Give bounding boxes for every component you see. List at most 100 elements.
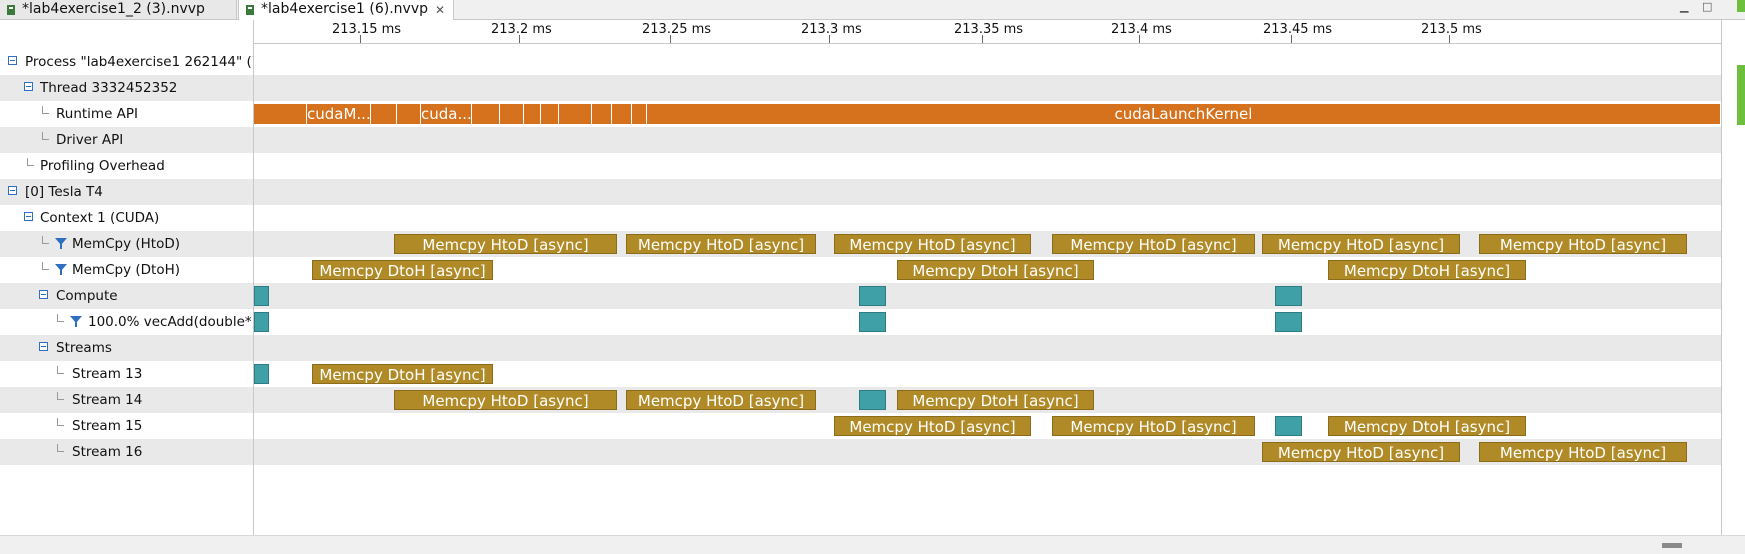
memcpy-htod-bar[interactable]: Memcpy HtoD [async] [1262,234,1460,254]
tree-row[interactable]: 100.0% vecAdd(double*,... [0,309,253,335]
tab-lab4exercise1-2[interactable]: *lab4exercise1_2 (3).nvvp [0,0,237,19]
ruler-tick-label: 213.5 ms [1421,22,1482,37]
vecadd-kernel-bar[interactable] [1275,312,1302,332]
runtime-api-call[interactable] [371,104,397,124]
runtime-api-call[interactable] [500,104,524,124]
tree-row[interactable]: Thread 3332452352 [0,75,253,101]
vecadd-kernel-bar[interactable] [859,286,886,306]
runtime-api-call[interactable] [592,104,612,124]
ruler-tick-label: 213.25 ms [642,22,712,37]
memcpy-dtoh-bar[interactable]: Memcpy DtoH [async] [1328,416,1526,436]
tree-row-label: Driver API [56,132,124,148]
timeline-right-border [1721,20,1722,535]
tab-lab4exercise1-6[interactable]: *lab4exercise1 (6).nvvp ✕ [238,0,454,20]
tree-connector-icon [57,314,64,322]
runtime-api-call[interactable] [559,104,592,124]
timeline-row [254,127,1721,153]
ruler-tick-label: 213.15 ms [332,22,402,37]
tree-row-label: Stream 16 [72,444,143,460]
timeline-view[interactable]: 213.15 ms 213.2 ms 213.25 ms 213.3 ms 213.35… [254,20,1721,535]
collapse-icon[interactable] [8,186,17,195]
ruler-tick-mark [1139,35,1140,43]
runtime-api-call[interactable]: cudaM... [307,104,371,124]
ruler-tick-label: 213.4 ms [1111,22,1172,37]
tree-row-label: Thread 3332452352 [40,80,178,96]
tree-row-label: MemCpy (DtoH) [72,262,181,278]
timeline-row [254,49,1721,75]
collapse-icon[interactable] [39,342,48,351]
tree-row-label: Compute [56,288,118,304]
runtime-api-call[interactable] [612,104,632,124]
minimize-icon[interactable]: ▁ [1680,0,1688,13]
tree-connector-icon [42,132,49,140]
vecadd-kernel-bar[interactable] [859,312,886,332]
tree-row[interactable]: Compute [0,283,253,309]
memcpy-htod-bar[interactable]: Memcpy HtoD [async] [1479,442,1687,462]
vecadd-kernel-bar[interactable] [1275,286,1302,306]
ruler-tick-label: 213.2 ms [491,22,552,37]
collapse-icon[interactable] [24,82,33,91]
ruler-tick-mark [519,35,520,43]
timeline-tree: Process "lab4exercise1 262144" (7... Thre… [0,20,254,535]
tree-row-label: Profiling Overhead [40,158,165,174]
nvvp-file-icon [245,3,255,15]
ruler-tick-mark [1449,35,1450,43]
tree-row[interactable]: Driver API [0,127,253,153]
memcpy-htod-bar[interactable]: Memcpy HtoD [async] [1479,234,1687,254]
tree-row[interactable]: MemCpy (HtoD) [0,231,253,257]
ruler-tick-mark [360,35,361,43]
tree-row[interactable]: Stream 14 [0,387,253,413]
tree-row[interactable]: Profiling Overhead [0,153,253,179]
tree-connector-icon [27,158,34,166]
memcpy-htod-bar[interactable]: Memcpy HtoD [async] [1262,442,1460,462]
memcpy-htod-bar[interactable]: Memcpy HtoD [async] [834,234,1031,254]
vecadd-kernel-bar[interactable] [859,390,886,410]
tree-row[interactable]: Runtime API [0,101,253,127]
maximize-icon[interactable]: □ [1702,0,1712,13]
ruler-tick-mark [1291,35,1292,43]
tree-row[interactable]: Process "lab4exercise1 262144" (7... [0,49,253,75]
memcpy-htod-bar[interactable]: Memcpy HtoD [async] [1052,416,1255,436]
runtime-api-call[interactable] [524,104,541,124]
scrollbar-thumb[interactable] [1662,543,1682,548]
tab-label: *lab4exercise1 (6).nvvp [261,1,429,17]
collapse-icon[interactable] [39,290,48,299]
memcpy-htod-bar[interactable]: Memcpy HtoD [async] [626,390,816,410]
vecadd-kernel-bar[interactable] [1275,416,1302,436]
collapse-icon[interactable] [8,56,17,65]
memcpy-htod-bar[interactable]: Memcpy HtoD [async] [1052,234,1255,254]
tree-row[interactable]: Stream 16 [0,439,253,465]
runtime-api-call[interactable]: cuda... [421,104,472,124]
memcpy-dtoh-bar[interactable]: Memcpy DtoH [async] [897,260,1094,280]
close-icon[interactable]: ✕ [435,1,445,19]
tab-label: *lab4exercise1_2 (3).nvvp [22,1,205,17]
tree-row[interactable]: Context 1 (CUDA) [0,205,253,231]
vecadd-kernel-bar[interactable] [254,312,269,332]
memcpy-dtoh-bar[interactable]: Memcpy DtoH [async] [1328,260,1526,280]
runtime-api-call[interactable] [397,104,421,124]
cuda-launch-kernel-call[interactable]: cudaLaunchKernel [647,104,1721,124]
memcpy-dtoh-bar[interactable]: Memcpy DtoH [async] [897,390,1094,410]
horizontal-scrollbar[interactable] [0,535,1745,554]
vecadd-kernel-bar[interactable] [254,286,269,306]
tree-row[interactable]: Stream 15 [0,413,253,439]
runtime-api-call[interactable] [254,104,307,124]
memcpy-dtoh-bar[interactable]: Memcpy DtoH [async] [312,364,493,384]
vecadd-kernel-bar[interactable] [254,364,269,384]
memcpy-dtoh-bar[interactable]: Memcpy DtoH [async] [312,260,493,280]
collapse-icon[interactable] [24,212,33,221]
memcpy-htod-bar[interactable]: Memcpy HtoD [async] [626,234,816,254]
memcpy-htod-bar[interactable]: Memcpy HtoD [async] [394,390,617,410]
tree-row[interactable]: Streams [0,335,253,361]
runtime-api-call[interactable] [472,104,500,124]
runtime-api-call[interactable] [632,104,647,124]
tree-row[interactable]: Stream 13 [0,361,253,387]
memcpy-htod-bar[interactable]: Memcpy HtoD [async] [394,234,617,254]
tree-row-label: Stream 13 [72,366,143,382]
tree-row[interactable]: MemCpy (DtoH) [0,257,253,283]
runtime-api-call[interactable] [541,104,559,124]
tree-connector-icon [42,236,49,244]
memcpy-htod-bar[interactable]: Memcpy HtoD [async] [834,416,1031,436]
tree-row[interactable]: [0] Tesla T4 [0,179,253,205]
timeline-row [254,205,1721,231]
